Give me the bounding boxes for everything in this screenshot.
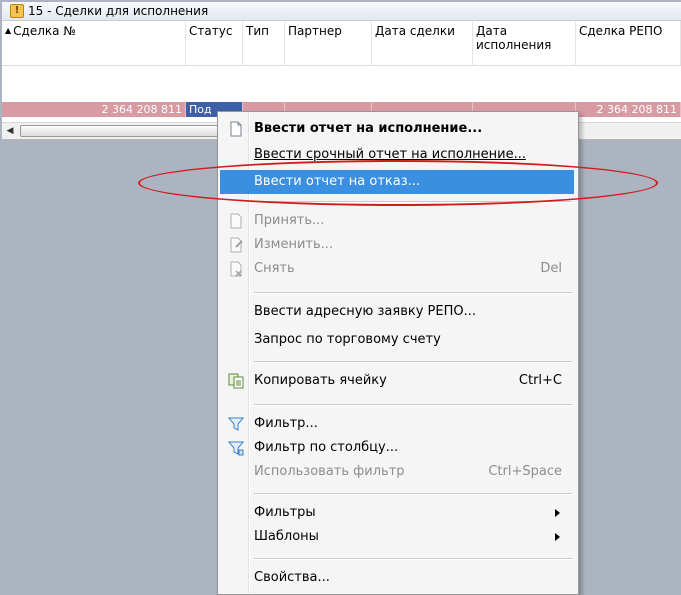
menu-separator xyxy=(254,361,572,363)
menu-separator xyxy=(254,201,572,203)
menu-item-use-filter[interactable]: Использовать фильтр Ctrl+Space xyxy=(220,460,574,484)
window-titlebar[interactable]: ! 15 - Сделки для исполнения xyxy=(2,2,681,21)
menu-item-enter-refusal-report[interactable]: Ввести отчет на отказ... xyxy=(220,170,574,194)
column-header-repo-deal[interactable]: Сделка РЕПО xyxy=(576,21,681,65)
column-header-deal-date[interactable]: Дата сделки xyxy=(372,21,473,65)
cell-repo-deal[interactable]: 2 364 208 811 xyxy=(576,102,681,117)
scroll-thumb[interactable] xyxy=(20,125,224,137)
menu-separator xyxy=(254,404,572,406)
filter-icon xyxy=(228,417,244,431)
submenu-arrow-icon xyxy=(555,509,560,517)
menu-item-edit[interactable]: Изменить... xyxy=(220,233,574,257)
menu-item-templates[interactable]: Шаблоны xyxy=(220,525,574,549)
column-header-deal-no[interactable]: ▲ Сделка № xyxy=(2,21,186,65)
column-header-type[interactable]: Тип xyxy=(243,21,285,65)
menu-item-properties[interactable]: Свойства... xyxy=(220,566,574,590)
column-header-partner[interactable]: Партнер xyxy=(285,21,372,65)
menu-item-enter-repo-request[interactable]: Ввести адресную заявку РЕПО... xyxy=(220,300,574,324)
menu-item-copy-cell[interactable]: Копировать ячейку Ctrl+C xyxy=(220,369,574,393)
menu-item-enter-urgent-execution-report[interactable]: Ввести срочный отчет на исполнение... xyxy=(220,143,574,167)
submenu-arrow-icon xyxy=(555,533,560,541)
column-header-status[interactable]: Статус xyxy=(186,21,243,65)
scroll-left-icon[interactable]: ◀ xyxy=(2,123,18,139)
document-icon xyxy=(230,213,242,229)
document-icon xyxy=(230,121,242,137)
menu-item-column-filter[interactable]: Фильтр по столбцу... xyxy=(220,436,574,460)
menu-separator xyxy=(254,493,572,495)
menu-item-accept[interactable]: Принять... xyxy=(220,209,574,233)
menu-item-trading-account-query[interactable]: Запрос по торговому счету xyxy=(220,328,574,352)
menu-separator xyxy=(254,558,572,560)
sort-ascending-icon: ▲ xyxy=(5,26,12,35)
menu-item-filters[interactable]: Фильтры xyxy=(220,501,574,525)
edit-icon xyxy=(230,237,243,253)
column-header-exec-date[interactable]: Дата исполнения xyxy=(473,21,576,65)
remove-icon xyxy=(230,261,242,277)
warning-icon: ! xyxy=(10,4,24,18)
menu-item-cancel[interactable]: Снять Del xyxy=(220,257,574,281)
table-header: ▲ Сделка № Статус Тип Партнер Дата сделки… xyxy=(2,21,681,66)
window-title: 15 - Сделки для исполнения xyxy=(28,4,209,18)
column-filter-icon xyxy=(228,441,244,456)
cell-deal-no[interactable]: 2 364 208 811 xyxy=(2,102,186,117)
copy-icon xyxy=(228,373,244,389)
deals-table: ▲ Сделка № Статус Тип Партнер Дата сделки… xyxy=(2,21,681,122)
menu-item-enter-execution-report[interactable]: Ввести отчет на исполнение... xyxy=(220,117,574,141)
menu-item-filter[interactable]: Фильтр... xyxy=(220,412,574,436)
menu-separator xyxy=(254,292,572,294)
context-menu: Ввести отчет на исполнение... Ввести сро… xyxy=(217,111,579,595)
